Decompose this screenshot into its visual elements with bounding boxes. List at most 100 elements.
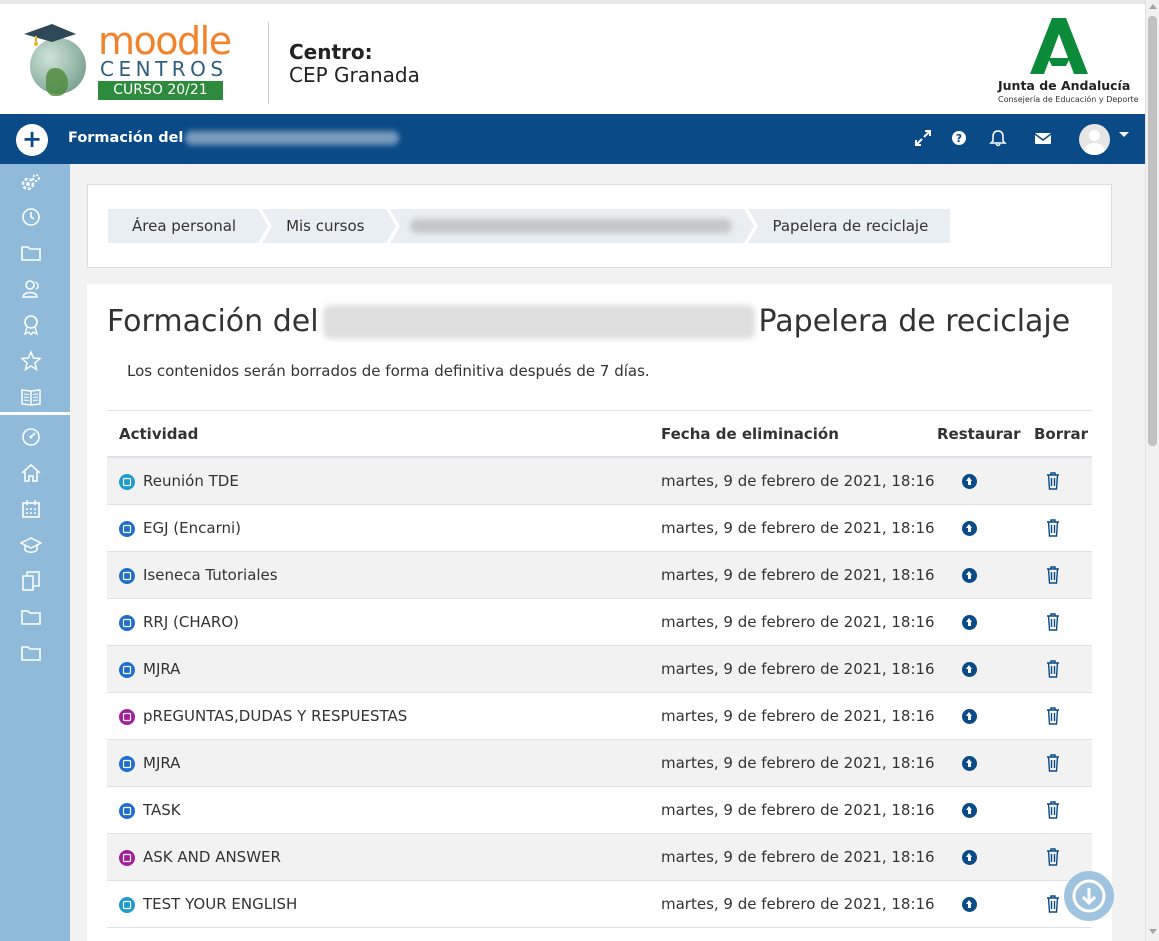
activity-name: EGJ (Encarni) bbox=[143, 519, 241, 537]
deletion-date: martes, 9 de febrero de 2021, 18:16 bbox=[661, 848, 935, 866]
breadcrumb-mis-cursos[interactable]: Mis cursos bbox=[262, 209, 397, 243]
page-icon bbox=[119, 568, 135, 584]
table-row: Reunión TDE martes, 9 de febrero de 2021,… bbox=[107, 458, 1092, 505]
clock-icon[interactable] bbox=[20, 206, 42, 228]
calendar-icon[interactable] bbox=[20, 498, 42, 520]
moodle-wordmark: moodle bbox=[98, 19, 232, 63]
deletion-date: martes, 9 de febrero de 2021, 18:16 bbox=[661, 895, 935, 913]
scroll-down-arrow[interactable] bbox=[1149, 929, 1157, 934]
restore-icon[interactable] bbox=[962, 568, 977, 583]
centro-name: CEP Granada bbox=[289, 63, 420, 87]
restore-icon[interactable] bbox=[962, 897, 977, 912]
chevron-down-icon[interactable] bbox=[1119, 132, 1129, 137]
link-icon bbox=[119, 897, 135, 913]
top-navbar: + Formación del ? bbox=[0, 114, 1145, 164]
restore-icon[interactable] bbox=[962, 850, 977, 865]
table-row: MJRA martes, 9 de febrero de 2021, 18:16 bbox=[107, 646, 1092, 693]
breadcrumb: Área personal Mis cursos Papelera de rec… bbox=[108, 209, 954, 243]
home-icon[interactable] bbox=[20, 462, 42, 484]
breadcrumb-papelera[interactable]: Papelera de reciclaje bbox=[748, 209, 951, 243]
breadcrumb-area-personal[interactable]: Área personal bbox=[108, 209, 269, 243]
trash-icon[interactable] bbox=[1045, 612, 1061, 632]
trash-icon[interactable] bbox=[1045, 471, 1061, 491]
scroll-down-button[interactable] bbox=[1064, 871, 1114, 921]
restore-icon[interactable] bbox=[962, 709, 977, 724]
deletion-date: martes, 9 de febrero de 2021, 18:16 bbox=[661, 519, 935, 537]
graduation-cap-icon bbox=[24, 24, 76, 46]
trash-icon[interactable] bbox=[1045, 894, 1061, 914]
files-icon[interactable] bbox=[20, 570, 42, 592]
restore-icon[interactable] bbox=[962, 615, 977, 630]
column-delete: Borrar bbox=[1034, 425, 1089, 443]
activity-name: pREGUNTAS,DUDAS Y RESPUESTAS bbox=[143, 707, 408, 725]
user-avatar[interactable] bbox=[1079, 124, 1110, 155]
book-icon[interactable] bbox=[20, 386, 42, 408]
restore-icon[interactable] bbox=[962, 474, 977, 489]
centro-label: Centro: bbox=[289, 40, 373, 64]
activity-name: TEST YOUR ENGLISH bbox=[143, 895, 298, 913]
users-icon[interactable] bbox=[20, 278, 42, 300]
junta-andalucia-logo[interactable]: Junta de Andalucía Consejería de Educaci… bbox=[990, 16, 1139, 108]
navbar-course-title[interactable]: Formación del bbox=[68, 130, 400, 146]
dashboard-icon[interactable] bbox=[20, 426, 42, 448]
restore-icon[interactable] bbox=[962, 803, 977, 818]
restore-icon[interactable] bbox=[962, 521, 977, 536]
trash-icon[interactable] bbox=[1045, 565, 1061, 585]
add-button[interactable]: + bbox=[16, 124, 48, 156]
breadcrumb-course[interactable] bbox=[390, 209, 755, 243]
table-row: RRJ (CHARO) martes, 9 de febrero de 2021,… bbox=[107, 599, 1092, 646]
junta-a-icon bbox=[1030, 18, 1088, 74]
bell-icon[interactable] bbox=[988, 128, 1008, 148]
table-row: MJRA martes, 9 de febrero de 2021, 18:16 bbox=[107, 740, 1092, 787]
fullscreen-icon[interactable] bbox=[913, 128, 933, 148]
folder-icon[interactable] bbox=[20, 242, 42, 264]
scroll-up-arrow[interactable] bbox=[1149, 4, 1157, 9]
deletion-date: martes, 9 de febrero de 2021, 18:16 bbox=[661, 801, 935, 819]
help-icon[interactable]: ? bbox=[949, 128, 969, 148]
cogs-icon[interactable] bbox=[20, 172, 42, 194]
url-icon bbox=[119, 474, 135, 490]
main-content: Formación del Papelera de reciclaje Los … bbox=[87, 284, 1112, 941]
table-row: EGJ (Encarni) martes, 9 de febrero de 202… bbox=[107, 505, 1092, 552]
moodle-centros-logo[interactable]: moodle CENTROS CURSO 20/21 bbox=[22, 20, 232, 104]
page-scrollbar[interactable] bbox=[1145, 0, 1159, 941]
forum-icon bbox=[119, 709, 135, 725]
activity-name: TASK bbox=[143, 801, 181, 819]
trash-icon[interactable] bbox=[1045, 706, 1061, 726]
recycle-bin-table: Actividad Fecha de eliminación Restaurar… bbox=[107, 410, 1092, 928]
page-icon bbox=[119, 756, 135, 772]
trash-icon[interactable] bbox=[1045, 753, 1061, 773]
breadcrumb-card: Área personal Mis cursos Papelera de rec… bbox=[87, 184, 1112, 268]
retention-notice: Los contenidos serán borrados de forma d… bbox=[127, 362, 650, 380]
column-date: Fecha de eliminación bbox=[661, 425, 839, 443]
deletion-date: martes, 9 de febrero de 2021, 18:16 bbox=[661, 566, 935, 584]
folder-icon[interactable] bbox=[20, 642, 42, 664]
site-header: moodle CENTROS CURSO 20/21 Centro: CEP G… bbox=[0, 0, 1145, 114]
star-icon[interactable] bbox=[20, 350, 42, 372]
page-title-suffix: Papelera de reciclaje bbox=[758, 304, 1071, 339]
sidebar-nav bbox=[0, 164, 70, 941]
deletion-date: martes, 9 de febrero de 2021, 18:16 bbox=[661, 754, 935, 772]
envelope-icon[interactable] bbox=[1033, 128, 1053, 148]
redacted-course-name bbox=[410, 219, 733, 233]
graduation-cap-icon[interactable] bbox=[20, 534, 42, 556]
trash-icon[interactable] bbox=[1045, 800, 1061, 820]
trash-icon[interactable] bbox=[1045, 847, 1061, 867]
deletion-date: martes, 9 de febrero de 2021, 18:16 bbox=[661, 660, 935, 678]
badge-icon[interactable] bbox=[20, 314, 42, 336]
restore-icon[interactable] bbox=[962, 756, 977, 771]
header-divider bbox=[268, 22, 269, 104]
redacted-course-name bbox=[322, 304, 755, 339]
table-row: Iseneca Tutoriales martes, 9 de febrero d… bbox=[107, 552, 1092, 599]
scroll-thumb[interactable] bbox=[1148, 16, 1157, 446]
folder-icon[interactable] bbox=[20, 606, 42, 628]
deletion-date: martes, 9 de febrero de 2021, 18:16 bbox=[661, 707, 935, 725]
activity-name: Iseneca Tutoriales bbox=[143, 566, 278, 584]
deletion-date: martes, 9 de febrero de 2021, 18:16 bbox=[661, 472, 935, 490]
course-title-prefix: Formación del bbox=[68, 130, 184, 146]
file-icon bbox=[119, 521, 135, 537]
trash-icon[interactable] bbox=[1045, 518, 1061, 538]
restore-icon[interactable] bbox=[962, 662, 977, 677]
column-activity: Actividad bbox=[119, 425, 199, 443]
trash-icon[interactable] bbox=[1045, 659, 1061, 679]
